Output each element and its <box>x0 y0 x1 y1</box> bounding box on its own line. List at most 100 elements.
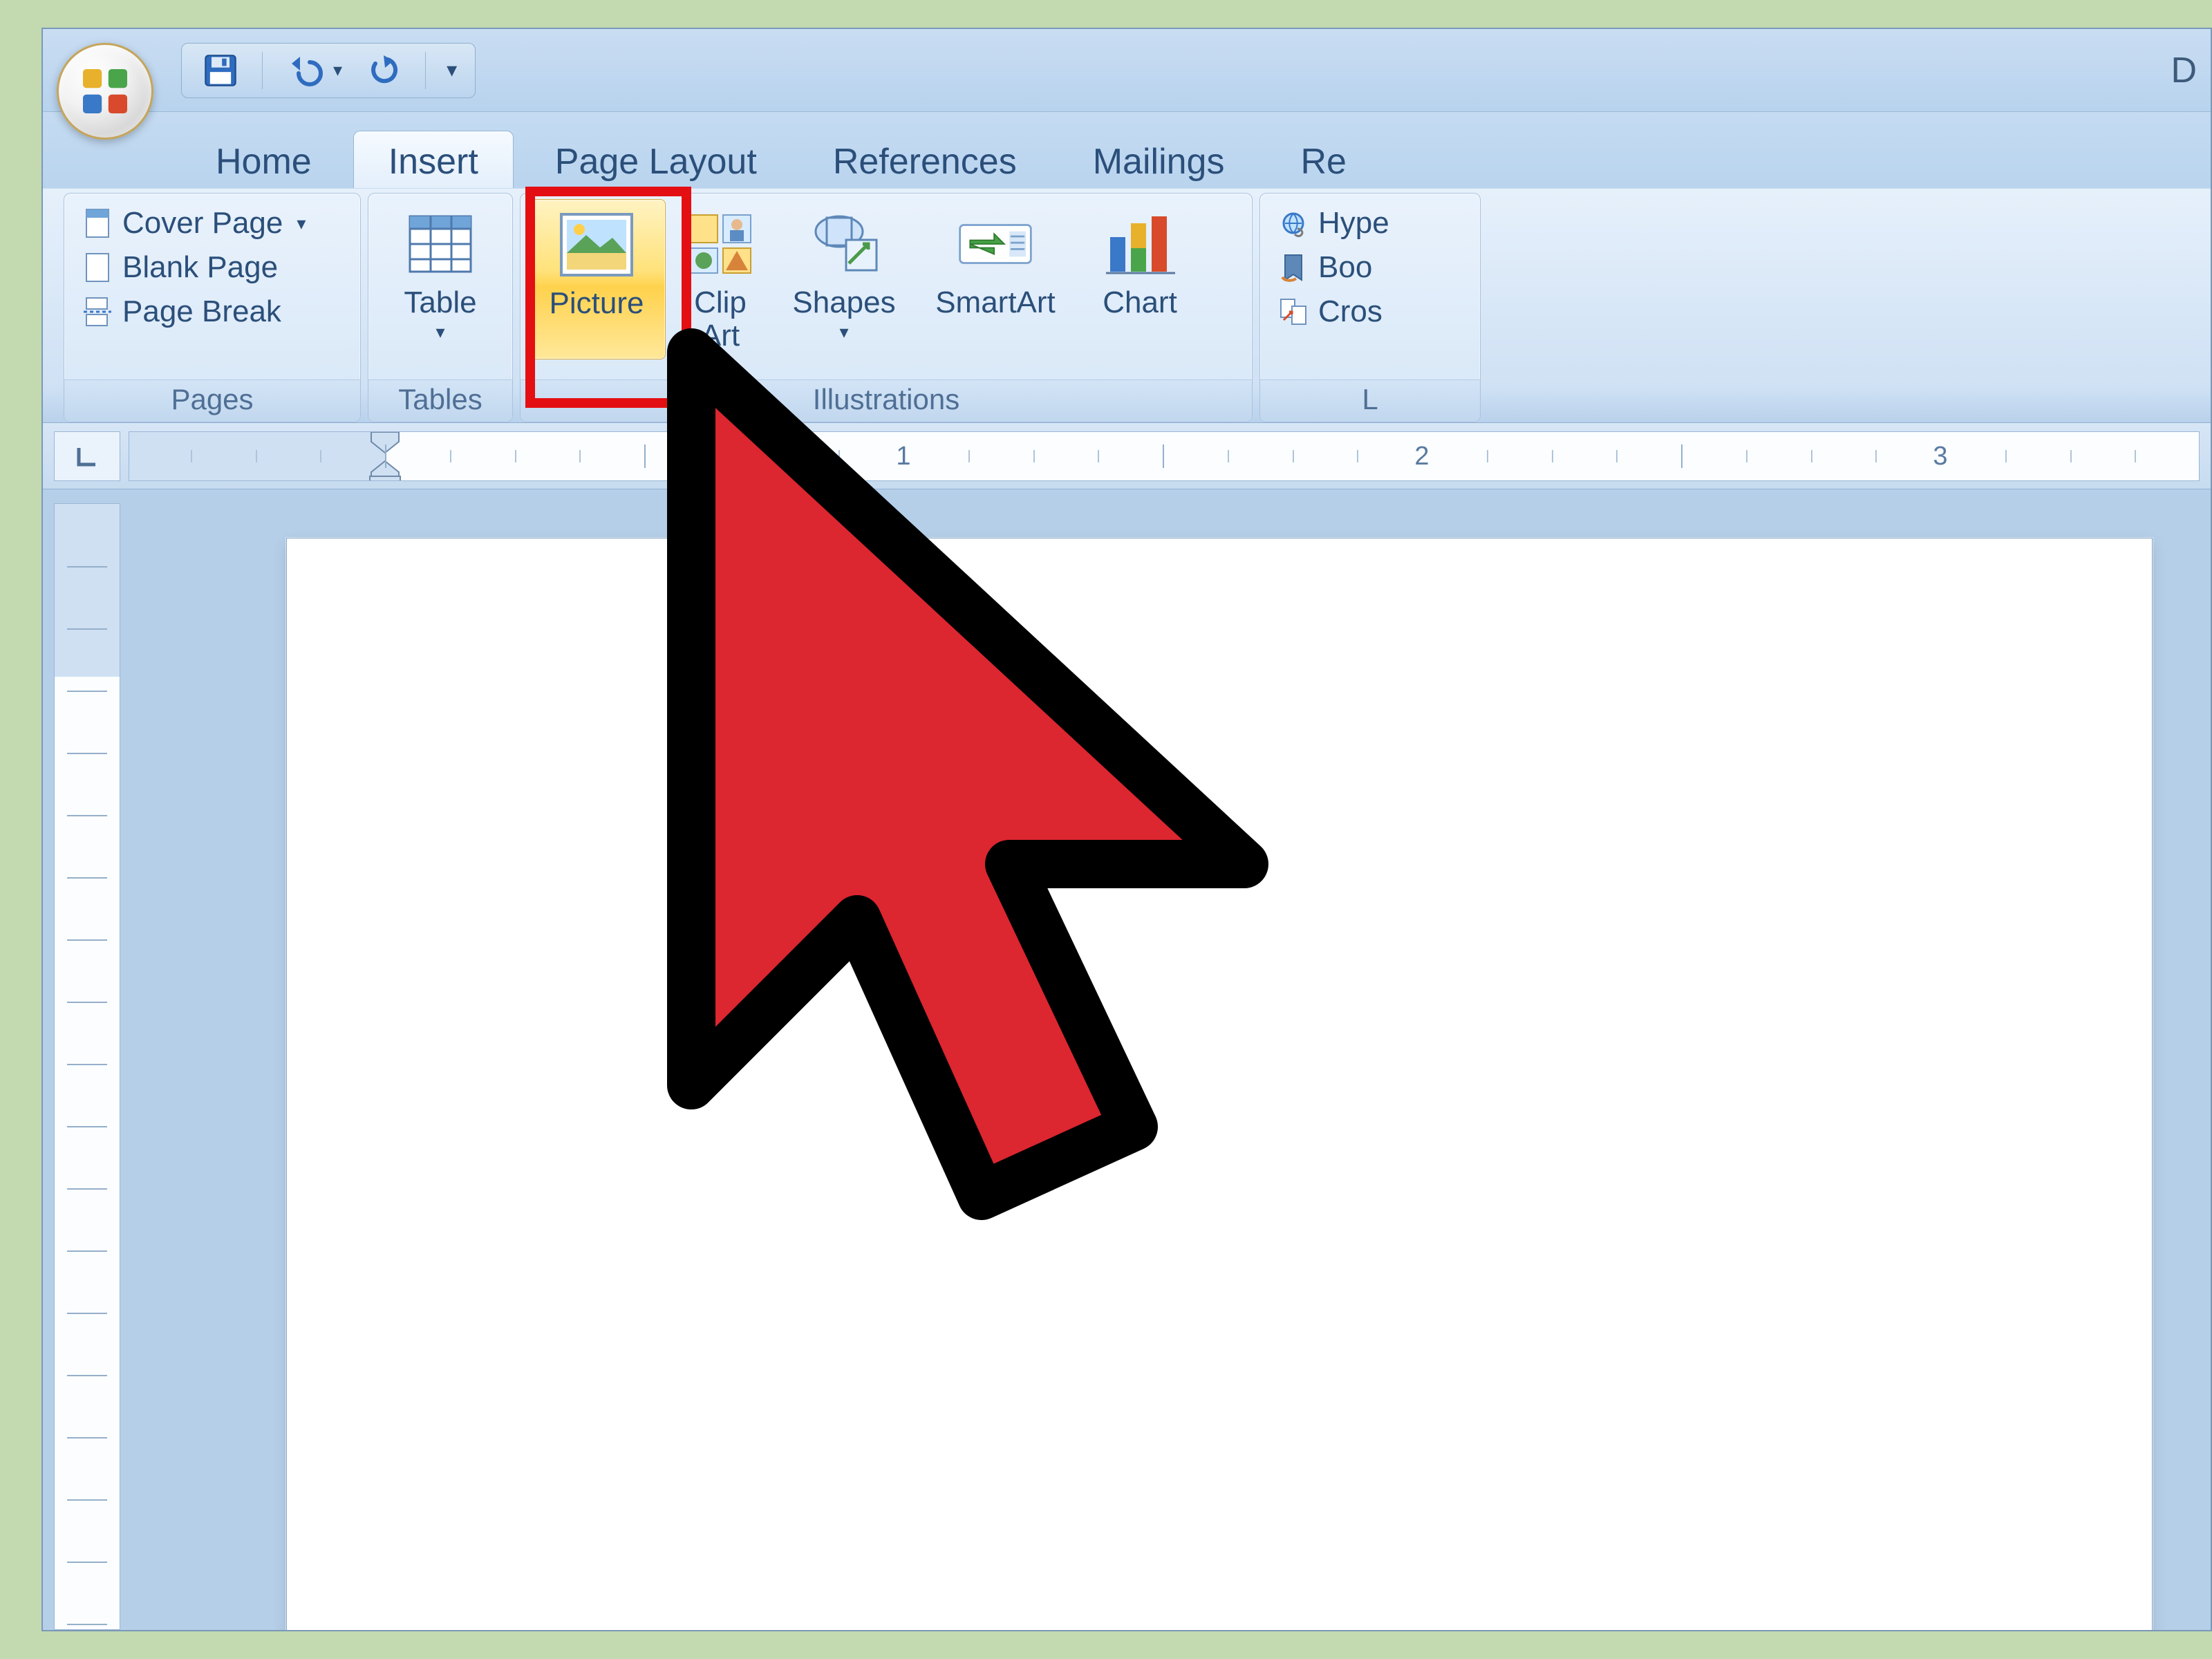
ribbon: Cover Page ▾ Blank Page Page Break <box>43 188 2211 423</box>
clip-art-button[interactable]: Clip Art <box>668 199 772 358</box>
undo-icon <box>285 54 324 87</box>
ruler-tick <box>67 1437 107 1438</box>
ruler-tick <box>67 877 107 879</box>
clip-art-icon <box>682 206 758 282</box>
quick-access-toolbar: ▾ ▾ <box>181 43 476 98</box>
group-tables: Table ▾ Tables <box>368 193 513 422</box>
picture-label: Picture <box>550 287 644 320</box>
ruler-tick <box>1228 450 1229 462</box>
cross-reference-button[interactable]: Cros <box>1271 290 1396 333</box>
ruler-tick <box>515 450 516 462</box>
group-links-label: L <box>1260 379 1480 422</box>
ruler-tick <box>320 450 321 462</box>
tab-review[interactable]: Re <box>1266 131 1380 188</box>
tab-references[interactable]: References <box>798 131 1051 188</box>
dropdown-arrow-icon: ▾ <box>297 213 306 234</box>
group-tables-label: Tables <box>368 379 512 422</box>
group-pages: Cover Page ▾ Blank Page Page Break <box>64 193 361 422</box>
page-break-label: Page Break <box>122 294 281 329</box>
hyperlink-button[interactable]: Hype <box>1271 202 1396 245</box>
document-title: D <box>2171 50 2197 91</box>
office-button[interactable] <box>57 43 153 140</box>
vertical-ruler[interactable] <box>54 503 120 1630</box>
bookmark-button[interactable]: Boo <box>1271 246 1396 289</box>
ruler-tick <box>968 450 970 462</box>
save-button[interactable] <box>200 50 241 91</box>
ruler-tick <box>1875 450 1877 462</box>
table-button[interactable]: Table ▾ <box>388 199 492 358</box>
group-illustrations-label: Illustrations <box>521 379 1252 422</box>
ruler-tick <box>67 1375 107 1376</box>
chart-button[interactable]: Chart <box>1078 199 1202 358</box>
table-icon <box>402 206 478 282</box>
table-label: Table <box>404 286 476 319</box>
ruler-tick <box>67 753 107 754</box>
hyperlink-label: Hype <box>1318 206 1389 241</box>
ruler-tick <box>2005 450 2007 462</box>
ruler-tick <box>1098 450 1099 462</box>
document-area <box>43 489 2211 1630</box>
dropdown-arrow-icon: ▾ <box>792 322 895 342</box>
bookmark-icon <box>1278 252 1309 283</box>
ruler-tick <box>67 691 107 692</box>
ruler-tick <box>1293 450 1294 462</box>
ruler-tick <box>67 815 107 816</box>
ruler-tick <box>67 1624 107 1625</box>
picture-button[interactable]: Picture <box>527 199 666 359</box>
group-illustrations: Picture <box>520 193 1253 422</box>
ruler-tick <box>1616 450 1618 462</box>
blank-page-button[interactable]: Blank Page <box>75 246 312 289</box>
tab-mailings[interactable]: Mailings <box>1058 131 1259 188</box>
document-page[interactable] <box>286 538 2153 1631</box>
tab-page-layout[interactable]: Page Layout <box>521 131 791 188</box>
cross-reference-icon <box>1278 297 1309 327</box>
ruler-number: 1 <box>896 442 910 471</box>
save-icon <box>203 53 238 88</box>
group-pages-label: Pages <box>64 379 360 422</box>
dropdown-arrow-icon: ▾ <box>404 322 476 342</box>
smartart-label: SmartArt <box>935 286 1056 319</box>
page-break-icon <box>82 297 113 327</box>
ruler-tick <box>644 444 646 468</box>
undo-dropdown-arrow[interactable]: ▾ <box>333 59 342 81</box>
blank-page-icon <box>82 252 113 283</box>
ruler-tick <box>450 450 451 462</box>
bookmark-label: Boo <box>1318 250 1372 285</box>
ruler-tick <box>1357 450 1358 462</box>
tab-insert[interactable]: Insert <box>353 131 514 188</box>
ruler-tick <box>1163 444 1164 468</box>
word-window: ▾ ▾ D Home Insert Page Layout References… <box>41 28 2212 1631</box>
ruler-tick <box>256 450 257 462</box>
ribbon-tabs: Home Insert Page Layout References Maili… <box>43 112 2211 188</box>
shapes-label: Shapes <box>792 286 895 319</box>
group-links: Hype Boo Cros L <box>1259 193 1481 422</box>
hyperlink-icon <box>1278 208 1309 238</box>
shapes-icon <box>806 206 882 282</box>
page-break-button[interactable]: Page Break <box>75 290 312 333</box>
smartart-icon <box>957 206 1033 282</box>
cover-page-button[interactable]: Cover Page ▾ <box>75 202 312 245</box>
tab-selector[interactable] <box>54 431 120 481</box>
cover-page-label: Cover Page <box>122 206 283 241</box>
ruler-tick <box>709 450 711 462</box>
ruler-tick <box>67 1313 107 1314</box>
ruler-tick <box>67 1250 107 1252</box>
undo-button[interactable] <box>283 50 325 91</box>
ruler-tick <box>385 444 386 468</box>
ruler-number: 3 <box>1933 442 1947 471</box>
shapes-button[interactable]: Shapes ▾ <box>775 199 913 358</box>
ruler-tick <box>67 1188 107 1190</box>
ruler-tick <box>1033 450 1035 462</box>
redo-button[interactable] <box>363 50 404 91</box>
tab-home[interactable]: Home <box>181 131 346 188</box>
cover-page-icon <box>82 208 113 238</box>
redo-icon <box>366 54 402 87</box>
smartart-button[interactable]: SmartArt <box>916 199 1075 358</box>
ruler-tick <box>67 1499 107 1501</box>
cross-reference-label: Cros <box>1318 294 1382 329</box>
ruler-tick <box>191 450 192 462</box>
qat-customize-arrow[interactable]: ▾ <box>447 58 457 82</box>
blank-page-label: Blank Page <box>122 250 278 285</box>
ruler-tick <box>67 1064 107 1065</box>
horizontal-ruler[interactable]: 123 <box>129 431 2200 481</box>
